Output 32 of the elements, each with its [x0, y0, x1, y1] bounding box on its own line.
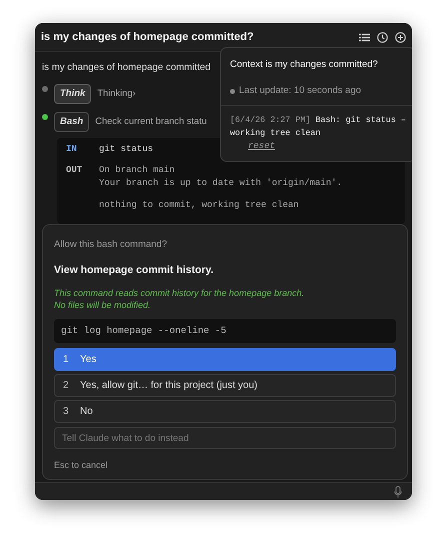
clock-icon[interactable]: [377, 32, 388, 42]
status-dot: [230, 88, 235, 94]
command-preview: git log homepage --oneline -5: [54, 319, 396, 344]
dialog-title: View homepage commit history.: [54, 263, 214, 278]
step-text: Check current branch statu: [95, 114, 207, 128]
description-line: This command reads commit history for the homepage branch.: [54, 287, 306, 299]
user-message: is my changes of homepage committed: [42, 61, 211, 75]
option-button[interactable]: 1 Yes: [54, 348, 396, 372]
output-line: On branch main: [99, 164, 175, 178]
microphone-icon[interactable]: [394, 486, 402, 498]
log-entry: [6/4/26 2:27 PM] Bash: git status – working tree clean: [230, 114, 407, 140]
reset-link[interactable]: reset: [248, 140, 276, 150]
output-line: Your branch is up to date with 'origin/main'.: [99, 177, 342, 190]
dialog-prompt: Allow this bash command?: [54, 238, 168, 252]
list-icon[interactable]: [359, 32, 370, 42]
option-button[interactable]: 3 No: [54, 400, 396, 424]
think-badge[interactable]: Think: [54, 84, 92, 104]
update-status: Last update: 10 seconds ago: [239, 84, 362, 98]
feedback-field[interactable]: Tell Claude what to do instead: [54, 427, 396, 450]
description-line: No files will be modified.: [54, 299, 152, 311]
code-line: git status: [99, 143, 154, 156]
message-input[interactable]: [35, 482, 412, 500]
option-button[interactable]: 2 Yes, allow git… for this project (just you): [54, 374, 396, 398]
tool-badge[interactable]: Bash: [54, 112, 90, 132]
add-icon[interactable]: [395, 32, 406, 42]
output-label: OUT: [66, 164, 84, 178]
output-line: nothing to commit, working tree clean: [99, 199, 299, 212]
cancel-hint: Esc to cancel: [54, 459, 109, 472]
step-text: Thinking›: [97, 86, 136, 100]
window-title: is my changes of homepage committed?: [41, 30, 254, 45]
popover-title: Context is my changes committed?: [230, 58, 379, 72]
input-label: IN: [66, 143, 78, 156]
